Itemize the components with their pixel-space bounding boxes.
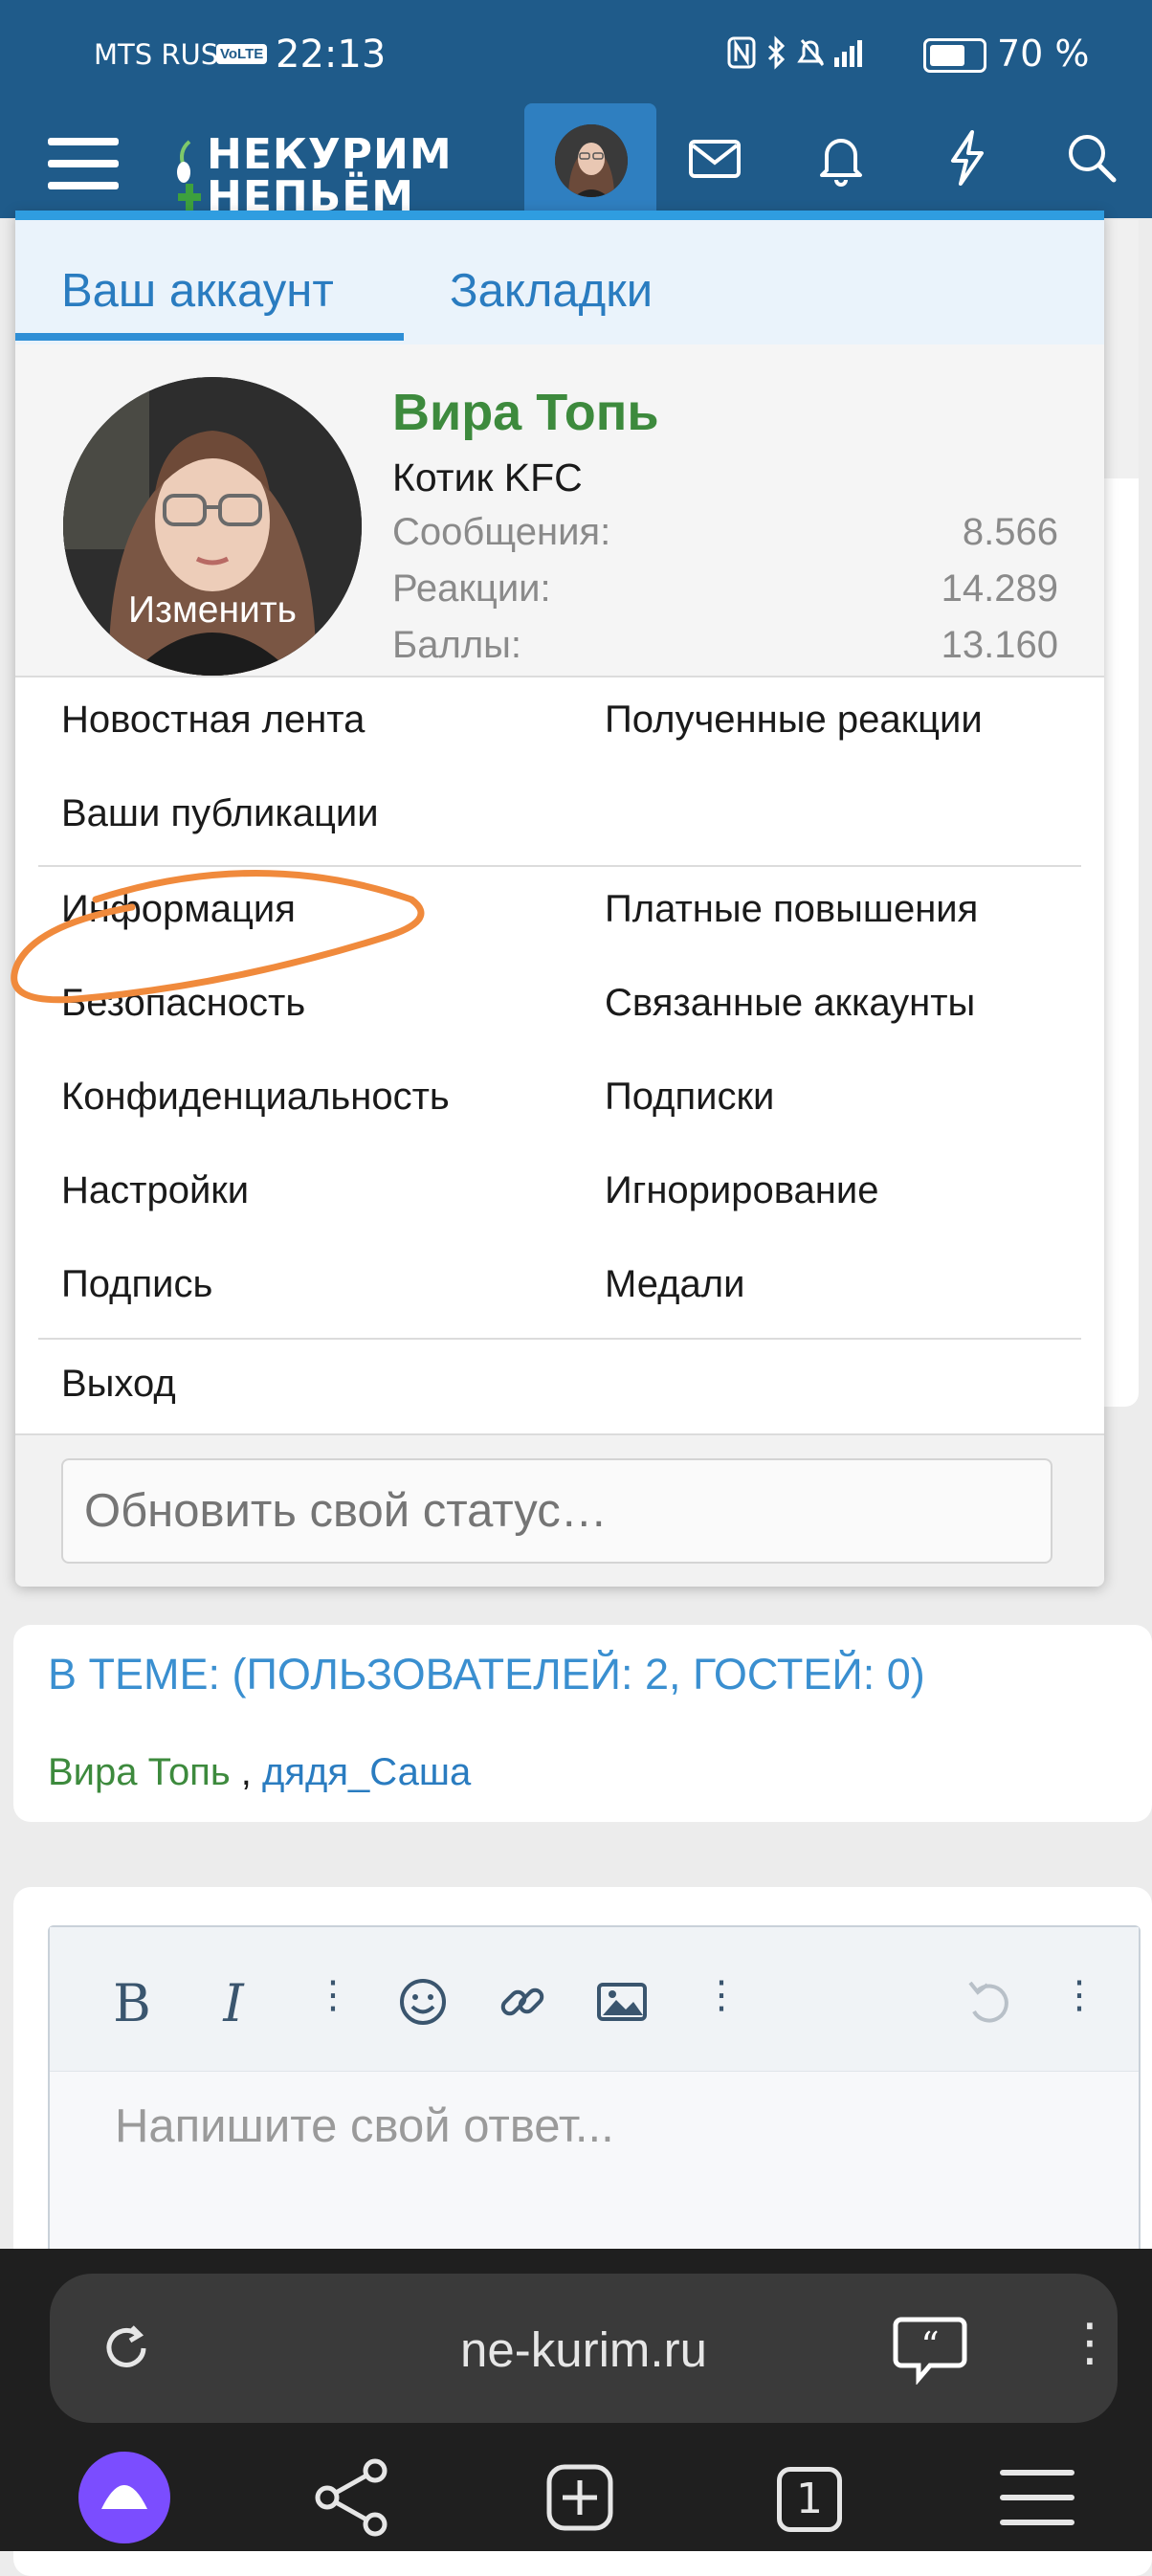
search-icon[interactable]	[1058, 124, 1125, 191]
online-user-link[interactable]: Вира Топь	[48, 1751, 231, 1793]
site-logo[interactable]: НЕКУРИМ НЕПЬЁМ	[172, 130, 478, 221]
more-vertical-icon[interactable]: ⋮	[1049, 1973, 1110, 2031]
active-tab-indicator	[15, 333, 404, 341]
menu-item-signature[interactable]: Подпись	[61, 1263, 212, 1306]
menu-item-connected-accounts[interactable]: Связанные аккаунты	[605, 982, 975, 1025]
stat-messages-value: 8.566	[962, 511, 1058, 553]
reader-quote-icon[interactable]: “	[892, 2312, 968, 2385]
more-vertical-icon[interactable]: ⋮	[302, 1973, 364, 2031]
editor-toolbar: B I ⋮ ⋮ ⋮	[50, 1927, 1139, 2072]
hamburger-menu-icon[interactable]	[989, 2450, 1085, 2545]
nfc-bluetooth-mute-signal-icon	[727, 35, 862, 70]
avatar	[555, 124, 628, 197]
tab-count-badge: 1	[777, 2467, 842, 2532]
stat-points-label: Баллы:	[392, 624, 522, 666]
profile-avatar[interactable]: Изменить	[63, 377, 362, 676]
menu-item-preferences[interactable]: Настройки	[61, 1169, 249, 1212]
menu-item-ignoring[interactable]: Игнорирование	[605, 1169, 878, 1212]
menu-item-news-feed[interactable]: Новостная лента	[61, 699, 365, 742]
stat-reactions-value: 14.289	[941, 567, 1058, 610]
menu-item-logout[interactable]: Выход	[61, 1363, 176, 1406]
online-title[interactable]: В ТЕМЕ: (ПОЛЬЗОВАТЕЛЕЙ: 2, ГОСТЕЙ: 0)	[48, 1650, 925, 1699]
menu-divider	[38, 1338, 1081, 1340]
undo-icon[interactable]	[959, 1973, 1020, 2031]
alice-assistant-icon[interactable]	[77, 2450, 172, 2545]
online-users-list: Вира Топь , дядя_Саша	[48, 1751, 471, 1794]
menu-item-medals[interactable]: Медали	[605, 1263, 744, 1306]
status-update-area	[15, 1433, 1104, 1587]
profile-username[interactable]: Вира Топь	[392, 383, 659, 442]
volte-badge: VoLTE	[216, 44, 268, 64]
online-user-link[interactable]: дядя_Саша	[262, 1751, 471, 1793]
status-input[interactable]	[61, 1458, 1052, 1564]
tab-bookmarks[interactable]: Закладки	[450, 264, 653, 318]
site-header: MTS RUS VoLTE 22:13 70 % НЕКУРИМ НЕПЬЁМ	[0, 0, 1152, 221]
smiley-icon[interactable]	[392, 1973, 454, 2031]
menu-icon[interactable]	[48, 134, 121, 193]
dropdown-tabs: Ваш аккаунт Закладки	[15, 220, 1104, 352]
more-vertical-icon[interactable]: ⋮	[1064, 2312, 1116, 2372]
new-tab-icon[interactable]	[532, 2450, 628, 2545]
clock: 22:13	[276, 33, 387, 77]
bolt-icon[interactable]	[934, 124, 1001, 191]
image-icon[interactable]	[591, 1973, 653, 2031]
stat-messages-label: Сообщения:	[392, 511, 611, 553]
tab-your-account[interactable]: Ваш аккаунт	[61, 264, 334, 318]
dropdown-accent-line	[15, 211, 1104, 220]
logo-flower-icon	[177, 140, 201, 214]
menu-item-paid-upgrades[interactable]: Платные повышения	[605, 888, 978, 931]
avatar-edit-label[interactable]: Изменить	[63, 589, 362, 632]
account-tab[interactable]	[524, 103, 656, 218]
mail-icon[interactable]	[681, 124, 748, 191]
link-icon[interactable]	[492, 1973, 553, 2031]
bell-icon[interactable]	[808, 124, 875, 191]
profile-summary: Изменить Вира Топь Котик KFC Сообщения: …	[15, 344, 1104, 677]
address-bar[interactable]: ne-kurim.ru “ ⋮	[50, 2274, 1118, 2423]
italic-icon[interactable]: I	[203, 1973, 264, 2033]
menu-item-your-content[interactable]: Ваши публикации	[61, 792, 379, 835]
share-icon[interactable]	[304, 2450, 400, 2545]
carrier-label: MTS RUS	[94, 38, 219, 71]
menu-item-privacy[interactable]: Конфиденциальность	[61, 1076, 450, 1119]
bold-icon[interactable]: B	[101, 1973, 163, 2033]
profile-user-title: Котик KFC	[392, 455, 583, 500]
more-vertical-icon[interactable]: ⋮	[691, 1973, 752, 2031]
battery-percent: 70 %	[997, 33, 1090, 75]
reply-placeholder: Напишите свой ответ...	[115, 2100, 614, 2152]
status-icons	[727, 34, 899, 81]
stat-points-value: 13.160	[941, 624, 1058, 666]
browser-bottom-bar: ne-kurim.ru “ ⋮ 1	[0, 2249, 1152, 2551]
thread-online-card: В ТЕМЕ: (ПОЛЬЗОВАТЕЛЕЙ: 2, ГОСТЕЙ: 0) Ви…	[13, 1625, 1152, 1822]
menu-item-following[interactable]: Подписки	[605, 1076, 774, 1119]
menu-item-reactions-received[interactable]: Полученные реакции	[605, 699, 983, 742]
online-separator: ,	[230, 1751, 263, 1793]
stat-reactions-label: Реакции:	[392, 567, 551, 610]
tabs-counter[interactable]: 1	[760, 2450, 855, 2545]
highlight-annotation	[11, 870, 425, 1004]
battery-icon	[923, 38, 986, 73]
svg-text:“: “	[920, 2324, 939, 2366]
